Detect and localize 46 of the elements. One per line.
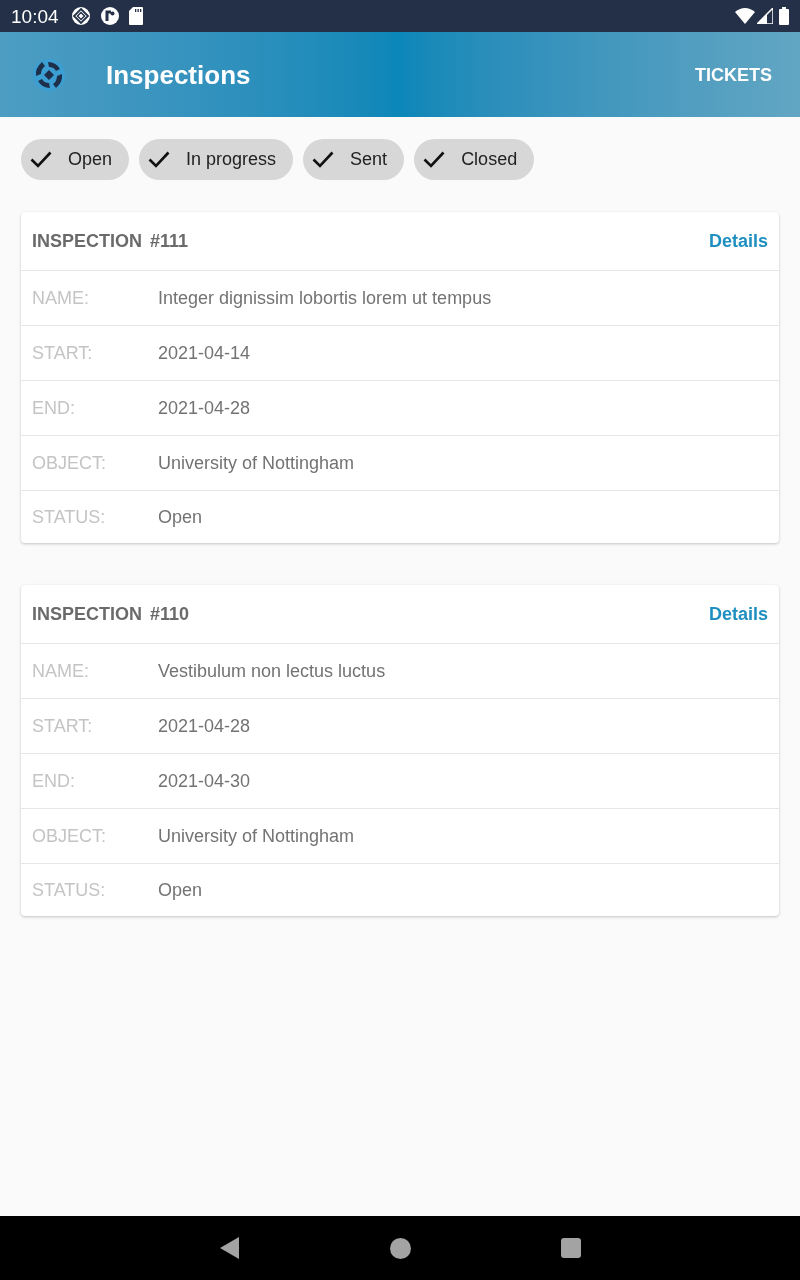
card-title: INSPECTION: [32, 602, 142, 626]
back-icon[interactable]: [219, 1237, 240, 1259]
field-value: Open: [158, 878, 203, 902]
field-value: 2021-04-28: [158, 714, 251, 738]
sd-card-icon: [128, 7, 143, 25]
field-label: STATUS:: [32, 878, 107, 902]
field-value: Vestibulum non lectus luctus: [158, 659, 386, 683]
notification-circle-icon: [99, 6, 120, 26]
battery-icon: [779, 7, 789, 25]
logo-icon: [32, 57, 66, 92]
field-value: 2021-04-14: [158, 341, 251, 365]
field-label: END:: [32, 396, 76, 420]
checkmark-icon: [423, 151, 446, 168]
field-label: NAME:: [32, 659, 90, 683]
field-value: 2021-04-30: [158, 769, 251, 793]
app-title: Inspections: [106, 61, 251, 88]
card-title: INSPECTION: [32, 229, 142, 253]
checkmark-icon: [148, 151, 171, 168]
notification-badge-icon: [70, 6, 91, 26]
field-label: OBJECT:: [32, 824, 107, 848]
filter-chip[interactable]: Open: [21, 139, 130, 180]
checkmark-icon: [312, 151, 335, 168]
field-label: END:: [32, 769, 76, 793]
inspection-number: #110: [150, 602, 190, 626]
home-icon[interactable]: [389, 1237, 411, 1259]
filter-chip[interactable]: Sent: [303, 139, 405, 180]
field-label: STATUS:: [32, 505, 107, 529]
field-label: OBJECT:: [32, 451, 107, 475]
wifi-icon: [735, 8, 755, 24]
field-label: NAME:: [32, 286, 90, 310]
status-time: 10:04: [11, 6, 59, 26]
filter-chip[interactable]: In progress: [139, 139, 294, 180]
field-value: Integer dignissim lobortis lorem ut tempus: [158, 286, 492, 310]
filter-chip[interactable]: Closed: [414, 139, 535, 180]
field-label: START:: [32, 341, 94, 365]
field-value: Open: [158, 505, 203, 529]
field-value: University of Nottingham: [158, 824, 355, 848]
details-link[interactable]: Details: [708, 227, 768, 255]
signal-icon: [757, 8, 773, 24]
details-link[interactable]: Details: [708, 600, 768, 628]
field-label: START:: [32, 714, 94, 738]
checkmark-icon: [30, 151, 52, 168]
field-value: 2021-04-28: [158, 396, 251, 420]
inspection-number: #111: [150, 229, 189, 253]
field-value: University of Nottingham: [158, 451, 355, 475]
recents-icon[interactable]: [560, 1238, 581, 1258]
